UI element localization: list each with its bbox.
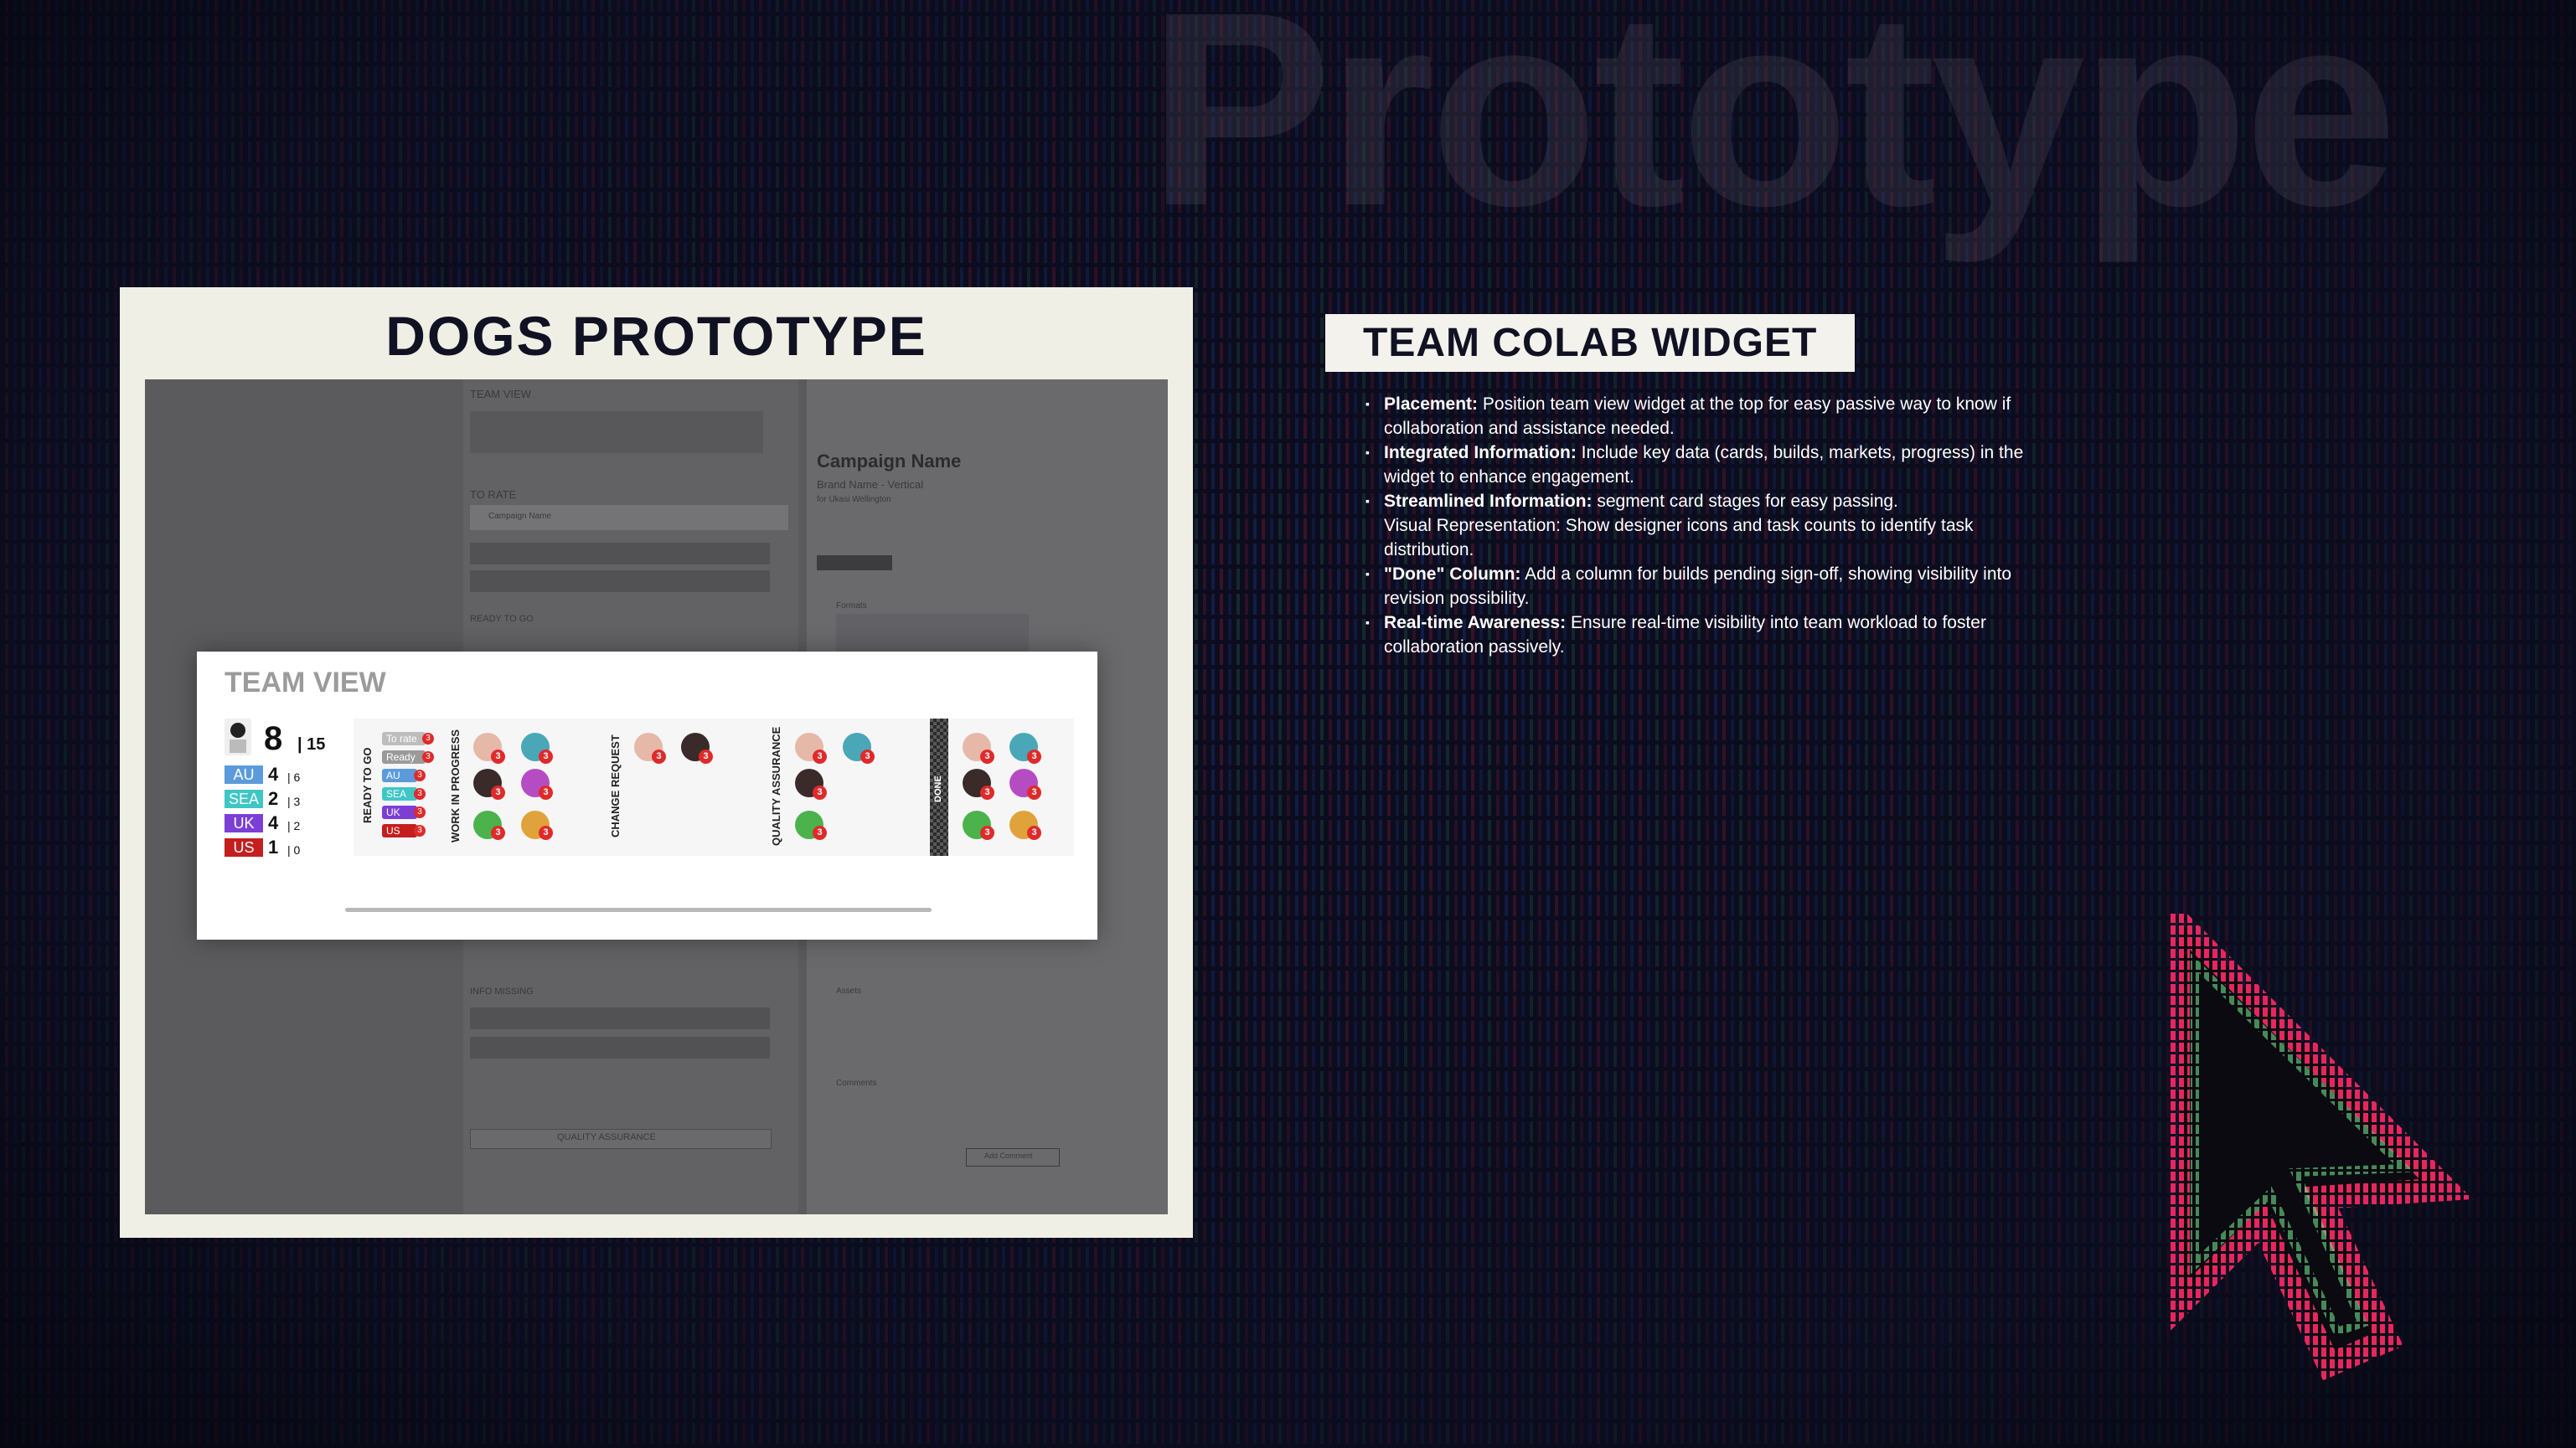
stage-pill-au[interactable]: AU <box>382 769 417 782</box>
mock-to-rate-label: TO RATE <box>470 488 517 501</box>
stage-count-au: 3 <box>414 770 426 781</box>
bullet-item: Streamlined Information: segment card st… <box>1365 489 2044 562</box>
mock-add-comment-label: Add Comment <box>984 1152 1033 1160</box>
market-sub-uk: | 2 <box>287 819 301 832</box>
stage-pill-ready[interactable]: Ready <box>382 750 426 764</box>
total-count: 8 <box>264 720 283 757</box>
stage-pill-us[interactable]: US <box>382 824 417 837</box>
market-sub-us: | 0 <box>287 843 301 857</box>
colab-title-box: TEAM COLAB WIDGET <box>1325 314 1855 372</box>
horizontal-scrollbar[interactable] <box>345 908 932 912</box>
bullet-text: Position team view widget at the top for… <box>1384 394 2011 438</box>
task-count-badge: 3 <box>1027 786 1041 800</box>
task-count-badge: 3 <box>491 826 505 840</box>
column-label-done: DONE <box>933 776 943 802</box>
designer-avatar-icon <box>225 719 251 755</box>
bullet-heading: Real-time Awareness: <box>1384 613 1567 632</box>
team-view-title: TEAM VIEW <box>225 667 386 698</box>
bullet-item: Placement: Position team view widget at … <box>1365 392 2044 441</box>
mock-campaign-subtitle: Brand Name - Vertical <box>817 478 924 491</box>
task-count-badge: 3 <box>1027 750 1041 764</box>
column-label-wip: WORK IN PROGRESS <box>449 729 462 843</box>
task-count-badge: 3 <box>813 826 827 840</box>
bullet-text: segment card stages for easy passing. <box>1592 492 1898 511</box>
mock-info-missing-label: INFO MISSING <box>470 987 534 997</box>
mock-team-view-label: TEAM VIEW <box>470 388 531 400</box>
colab-bullet-list: Placement: Position team view widget at … <box>1365 392 2044 659</box>
column-label-ready: READY TO GO <box>361 747 374 823</box>
mock-qa-button-label: QUALITY ASSURANCE <box>557 1132 656 1142</box>
mock-timer <box>817 555 892 570</box>
stage-pill-sea[interactable]: SEA <box>382 787 417 801</box>
market-badge-us[interactable]: US <box>225 838 263 857</box>
mock-team-strip <box>470 411 763 453</box>
stage-pill-uk[interactable]: UK <box>382 806 417 819</box>
task-count-badge: 3 <box>980 750 994 764</box>
task-count-badge: 3 <box>860 750 875 764</box>
mock-formats-table <box>836 614 1029 656</box>
prototype-title: DOGS PROTOTYPE <box>385 305 927 367</box>
market-count-sea: 2 <box>268 788 279 809</box>
mock-placeholder-row <box>470 1037 770 1059</box>
stage-count-to-rate: 3 <box>422 733 434 745</box>
watermark-text: Prototype <box>1148 0 2398 263</box>
colab-title: TEAM COLAB WIDGET <box>1363 321 1818 365</box>
mock-placeholder-row <box>470 1007 770 1029</box>
bullet-item: Real-time Awareness: Ensure real-time vi… <box>1365 611 2044 659</box>
market-count-au: 4 <box>268 764 279 785</box>
market-count-us: 1 <box>268 837 279 858</box>
task-count-badge: 3 <box>1027 826 1041 840</box>
mock-campaign-title: Campaign Name <box>817 451 962 472</box>
bullet-heading: "Done" Column: <box>1384 564 1521 584</box>
mock-placeholder-row <box>470 543 770 564</box>
task-count-badge: 3 <box>539 826 553 840</box>
mock-assets-label: Assets <box>836 987 862 996</box>
market-badge-uk[interactable]: UK <box>225 814 263 832</box>
task-count-badge: 3 <box>652 750 666 764</box>
pointer-cursor-icon <box>2170 913 2473 1381</box>
mock-campaign-row-text: Campaign Name <box>488 512 552 521</box>
task-count-badge: 3 <box>813 750 827 764</box>
mock-campaign-owner: for Ukasi Wellington <box>817 495 891 504</box>
mock-comments-label: Comments <box>836 1079 877 1088</box>
task-count-badge: 3 <box>980 786 994 800</box>
bullet-heading: Integrated Information: <box>1384 443 1577 462</box>
stage-pill-to-rate[interactable]: To rate <box>382 732 426 745</box>
bullet-heading: Streamlined Information: <box>1384 492 1593 511</box>
market-badge-sea[interactable]: SEA <box>225 790 263 808</box>
task-count-badge: 3 <box>491 750 505 764</box>
column-label-qa: QUALITY ASSURANCE <box>770 726 782 846</box>
column-label-change: CHANGE REQUEST <box>609 734 622 837</box>
mock-placeholder-row <box>470 570 770 592</box>
task-count-badge: 3 <box>539 750 553 764</box>
task-count-badge: 3 <box>539 786 553 800</box>
bullet-item: "Done" Column: Add a column for builds p… <box>1365 562 2044 611</box>
bullet-item: Integrated Information: Include key data… <box>1365 441 2044 489</box>
stage-count-uk: 3 <box>414 806 426 818</box>
stage-count-us: 3 <box>414 825 426 837</box>
task-count-badge: 3 <box>813 786 827 800</box>
market-count-uk: 4 <box>268 812 279 833</box>
market-sub-sea: | 3 <box>287 795 301 808</box>
total-sub-count: | 15 <box>297 735 326 754</box>
bullet-subtext: Visual Representation: Show designer ico… <box>1384 516 1974 559</box>
task-count-badge: 3 <box>699 750 713 764</box>
market-sub-au: | 6 <box>287 770 301 784</box>
task-count-badge: 3 <box>491 786 505 800</box>
stage-count-sea: 3 <box>414 788 426 800</box>
stage-count-ready: 3 <box>422 751 434 763</box>
bullet-heading: Placement: <box>1384 394 1479 414</box>
mock-formats-label: Formats <box>836 601 867 611</box>
task-count-badge: 3 <box>980 826 994 840</box>
market-badge-au[interactable]: AU <box>225 765 263 784</box>
team-view-widget: TEAM VIEW 8 | 15 AU 4 | 6 SEA 2 | 3 UK 4… <box>197 652 1097 940</box>
mock-ready-label: READY TO GO <box>470 614 534 624</box>
